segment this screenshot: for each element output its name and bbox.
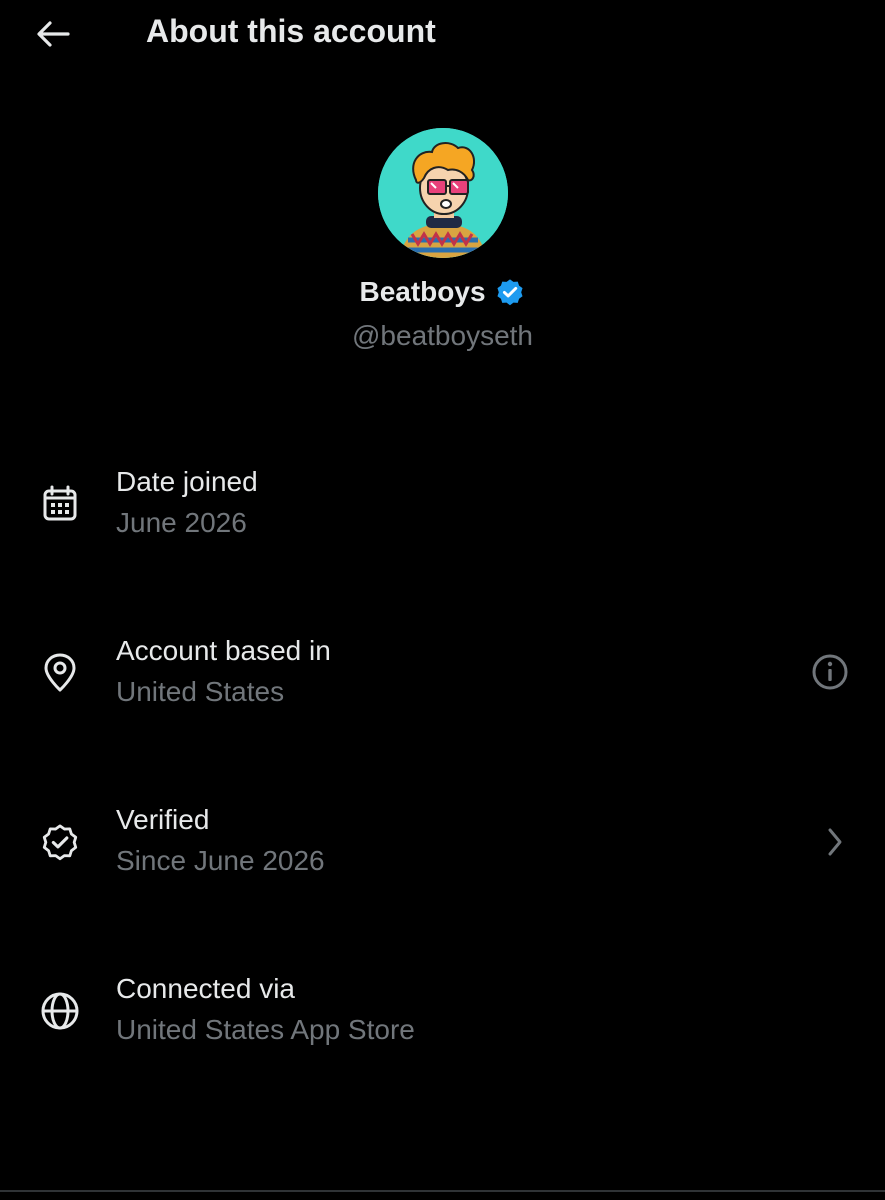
detail-row-connected-via: Connected via United States App Store (0, 967, 885, 1077)
detail-value: United States App Store (116, 1014, 415, 1045)
avatar-illustration (378, 128, 508, 258)
chevron-right-icon (810, 818, 858, 866)
verified-badge-icon[interactable] (494, 276, 526, 308)
avatar[interactable] (378, 128, 508, 258)
info-icon (812, 654, 848, 690)
detail-title: Date joined (116, 466, 258, 497)
detail-title: Account based in (116, 635, 331, 666)
detail-row-date-joined: Date joined June 2026 (0, 460, 885, 570)
location-pin-icon (36, 649, 84, 697)
detail-title: Connected via (116, 973, 296, 1004)
globe-icon (36, 987, 84, 1035)
verified-check-icon (36, 818, 84, 866)
divider (0, 1190, 885, 1192)
user-handle: @beatboyseth (352, 320, 533, 351)
detail-value: June 2026 (116, 507, 247, 538)
detail-value: United States (116, 676, 285, 707)
info-button[interactable] (806, 648, 854, 696)
detail-row-verified[interactable]: Verified Since June 2026 (0, 798, 885, 908)
display-name-row: Beatboys (0, 276, 885, 308)
calendar-icon (36, 480, 84, 528)
detail-title: Verified (116, 804, 210, 835)
page-title: About this account (146, 13, 436, 49)
top-app-bar: About this account (0, 0, 885, 70)
display-name: Beatboys (359, 276, 486, 307)
detail-row-account-based-in: Account based in United States (0, 629, 885, 739)
back-arrow-icon (37, 21, 70, 47)
detail-value: Since June 2026 (116, 845, 325, 876)
back-button[interactable] (28, 14, 78, 54)
